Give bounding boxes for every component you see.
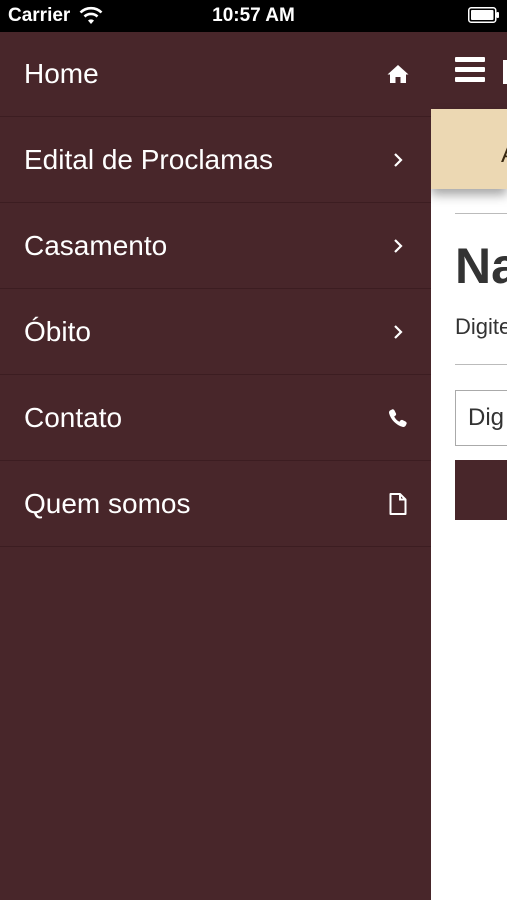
banner-partial-text: A	[501, 141, 507, 169]
page-subtext: Digite	[455, 314, 507, 339]
top-bar	[431, 32, 507, 109]
menu-item-label: Home	[24, 58, 99, 89]
page-heading: Na	[455, 238, 507, 294]
main-page: A Na Digite Dig	[431, 32, 507, 900]
menu-item-label: Casamento	[24, 229, 168, 261]
battery-icon	[468, 7, 499, 23]
menu-item-obito[interactable]: Óbito	[0, 289, 431, 375]
menu-item-label: Edital de Proclamas	[24, 143, 274, 175]
chevron-right-icon	[387, 235, 409, 257]
status-bar: Carrier 10:57 AM	[0, 0, 507, 32]
menu-item-label: Contato	[24, 401, 123, 433]
menu-icon[interactable]	[455, 57, 485, 83]
divider	[455, 364, 507, 365]
submit-button[interactable]	[455, 460, 507, 520]
menu-item-label: Quem somos	[24, 487, 191, 519]
home-icon	[387, 63, 409, 85]
menu-item-quem-somos[interactable]: Quem somos	[0, 461, 431, 547]
search-input[interactable]: Dig	[455, 390, 507, 446]
chevron-right-icon	[387, 149, 409, 171]
menu-item-home[interactable]: Home	[0, 32, 431, 117]
menu-item-casamento[interactable]: Casamento	[0, 203, 431, 289]
divider	[455, 213, 507, 214]
banner: A	[431, 109, 507, 189]
menu-item-contato[interactable]: Contato	[0, 375, 431, 461]
side-drawer: Home Edital de Proclamas Casamento Óbito…	[0, 32, 431, 900]
phone-icon	[387, 407, 409, 429]
document-icon	[387, 492, 409, 515]
menu-item-label: Óbito	[24, 315, 91, 347]
top-bar-partial-element	[503, 60, 507, 84]
status-time: 10:57 AM	[212, 5, 295, 26]
chevron-right-icon	[387, 321, 409, 343]
menu-item-edital-de-proclamas[interactable]: Edital de Proclamas	[0, 117, 431, 203]
